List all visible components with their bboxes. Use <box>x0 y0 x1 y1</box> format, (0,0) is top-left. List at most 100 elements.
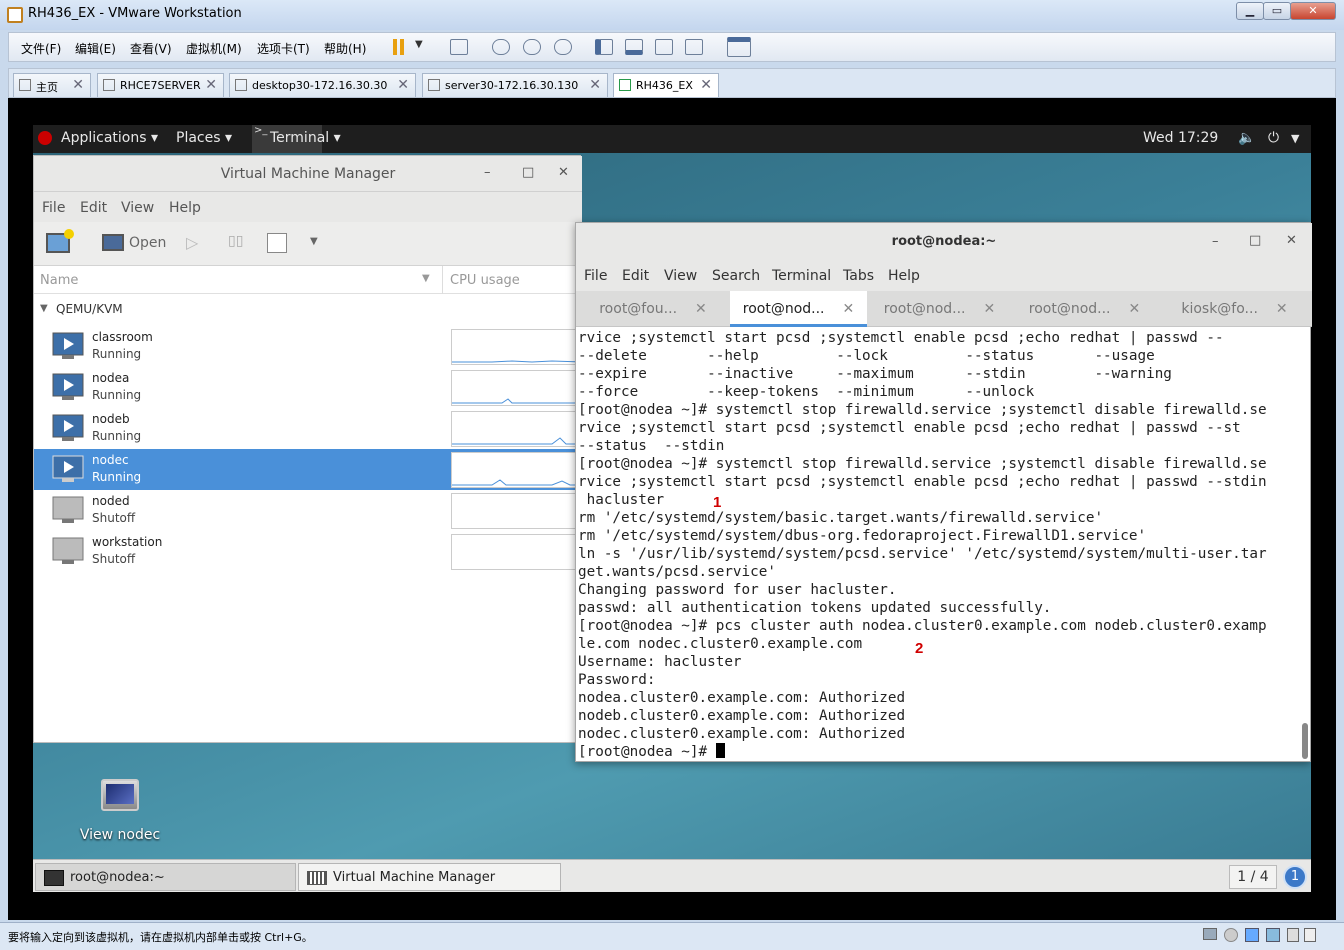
cpu-sparkline <box>451 370 583 406</box>
close-icon[interactable]: ✕ <box>397 77 409 93</box>
tab-home[interactable]: 主页 ✕ <box>13 73 91 97</box>
vm-row-nodec[interactable]: nodec Running <box>34 449 583 490</box>
terminal-app-menu[interactable]: Terminal ▾ <box>270 130 341 146</box>
terminal-tab[interactable]: root@fou... ✕ <box>576 291 730 327</box>
menu-file[interactable]: File <box>42 200 65 216</box>
terminal-output[interactable]: rvice ;systemctl start pcsd ;systemctl e… <box>578 329 1300 761</box>
taskbar-item-terminal[interactable]: root@nodea:~ <box>35 863 296 891</box>
hdd-icon[interactable] <box>1203 928 1217 940</box>
menu-help[interactable]: 帮助(H) <box>324 40 366 57</box>
menu-file[interactable]: 文件(F) <box>21 40 61 57</box>
menu-file[interactable]: File <box>584 268 607 284</box>
notification-badge[interactable]: 1 <box>1283 865 1307 889</box>
vm-row-nodeb[interactable]: nodeb Running <box>34 408 583 449</box>
menu-view[interactable]: View <box>664 268 697 284</box>
menu-view[interactable]: View <box>121 200 154 216</box>
connection-label: QEMU/KVM <box>56 302 123 316</box>
chevron-down-icon[interactable]: ▼ <box>415 39 423 50</box>
pause-icon[interactable]: ▯▯ <box>228 233 243 249</box>
unity-icon[interactable] <box>685 39 703 55</box>
clock[interactable]: Wed 17:29 <box>1143 130 1218 146</box>
console-view-icon[interactable] <box>625 39 643 55</box>
vm-row-workstation[interactable]: workstation Shutoff <box>34 531 582 572</box>
column-name[interactable]: Name <box>40 273 78 288</box>
annotation-marker-1: 1 <box>713 494 722 511</box>
taskbar-item-vmm[interactable]: Virtual Machine Manager <box>298 863 561 891</box>
minimize-icon[interactable]: ▁ <box>1236 2 1264 20</box>
sort-icon[interactable]: ▼ <box>422 273 430 284</box>
workspace-indicator[interactable]: 1 / 4 <box>1229 865 1277 889</box>
menu-vm[interactable]: 虚拟机(M) <box>186 40 242 57</box>
close-icon[interactable]: ✕ <box>700 77 712 93</box>
menu-edit[interactable]: Edit <box>80 200 107 216</box>
usb-icon[interactable] <box>1266 928 1280 942</box>
menu-help[interactable]: Help <box>169 200 201 216</box>
open-button[interactable]: Open <box>129 235 166 251</box>
audio-icon[interactable] <box>1287 928 1299 942</box>
vm-row-nodea[interactable]: nodea Running <box>34 367 583 408</box>
menu-help[interactable]: Help <box>888 268 920 284</box>
terminal-tab-active[interactable]: root@nod... ✕ <box>730 291 867 327</box>
network-icon[interactable] <box>1245 928 1259 942</box>
menu-tabs[interactable]: 选项卡(T) <box>257 40 310 57</box>
vm-row-noded[interactable]: noded Shutoff <box>34 490 582 531</box>
menu-edit[interactable]: Edit <box>622 268 649 284</box>
snapshot-manager-icon[interactable] <box>554 39 572 55</box>
library-icon[interactable] <box>727 37 751 57</box>
terminal-line: [root@nodea ~]# systemctl stop firewalld… <box>578 402 1267 418</box>
menu-tabs[interactable]: Tabs <box>843 268 874 284</box>
close-icon[interactable]: ✕ <box>72 77 84 93</box>
snapshot-icon[interactable] <box>492 39 510 55</box>
revert-snapshot-icon[interactable] <box>523 39 541 55</box>
menu-edit[interactable]: 编辑(E) <box>75 40 116 57</box>
minimize-icon[interactable]: – <box>1212 234 1219 249</box>
places-menu[interactable]: Places ▾ <box>176 130 232 146</box>
applications-menu[interactable]: Applications ▾ <box>61 130 158 146</box>
menu-terminal[interactable]: Terminal <box>772 268 831 284</box>
close-icon[interactable]: ✕ <box>695 301 707 317</box>
tab-server30[interactable]: server30-172.16.30.130 ✕ <box>422 73 608 97</box>
terminal-prompt-line[interactable]: [root@nodea ~]# <box>578 743 1300 761</box>
close-icon[interactable]: ✕ <box>1286 233 1297 248</box>
power-icon[interactable]: ⏻ <box>1268 130 1279 146</box>
open-icon[interactable] <box>102 234 124 251</box>
close-icon[interactable]: ✕ <box>984 301 996 317</box>
pause-icon[interactable] <box>393 39 397 55</box>
menu-search[interactable]: Search <box>712 268 760 284</box>
menu-view[interactable]: 查看(V) <box>130 40 172 57</box>
maximize-icon[interactable]: □ <box>522 165 534 180</box>
tab-rhce7server[interactable]: RHCE7SERVER ✕ <box>97 73 224 97</box>
sidebar-icon[interactable] <box>595 39 613 55</box>
chevron-down-icon[interactable]: ▼ <box>310 236 318 247</box>
maximize-icon[interactable]: □ <box>1249 233 1261 248</box>
fullscreen-icon[interactable] <box>655 39 673 55</box>
vm-row-classroom[interactable]: classroom Running <box>34 326 584 367</box>
send-keys-icon[interactable] <box>450 39 468 55</box>
gnome-bottom-bar: root@nodea:~ Virtual Machine Manager 1 /… <box>33 859 1311 892</box>
expander-icon[interactable]: ▼ <box>40 303 48 314</box>
maximize-icon[interactable]: ▭ <box>1263 2 1291 20</box>
close-icon[interactable]: ✕ <box>589 77 601 93</box>
minimize-icon[interactable]: – <box>484 165 491 180</box>
terminal-tab[interactable]: kiosk@fo... ✕ <box>1157 291 1312 327</box>
message-icon[interactable] <box>1304 928 1316 942</box>
volume-icon[interactable]: 🔈 <box>1238 130 1255 146</box>
terminal-scrollbar[interactable] <box>1302 723 1308 759</box>
cdrom-icon[interactable] <box>1224 928 1238 942</box>
chevron-down-icon[interactable]: ▼ <box>1291 132 1299 145</box>
close-icon[interactable]: ✕ <box>843 301 855 317</box>
close-icon[interactable]: ✕ <box>1290 2 1336 20</box>
tab-rh436-ex[interactable]: RH436_EX ✕ <box>613 73 719 97</box>
terminal-tab[interactable]: root@nod... ✕ <box>1012 291 1157 327</box>
column-cpu-usage[interactable]: CPU usage <box>450 273 520 288</box>
terminal-line: get.wants/pcsd.service' <box>578 564 776 580</box>
close-icon[interactable]: ✕ <box>558 165 569 180</box>
close-icon[interactable]: ✕ <box>205 77 217 93</box>
terminal-tab[interactable]: root@nod... ✕ <box>867 291 1012 327</box>
run-icon[interactable]: ▷ <box>186 233 198 252</box>
connection-group[interactable]: ▼ QEMU/KVM <box>34 296 582 324</box>
tab-desktop30[interactable]: desktop30-172.16.30.30 ✕ <box>229 73 416 97</box>
close-icon[interactable]: ✕ <box>1129 301 1141 317</box>
shutdown-icon[interactable] <box>267 233 287 253</box>
close-icon[interactable]: ✕ <box>1276 301 1288 317</box>
